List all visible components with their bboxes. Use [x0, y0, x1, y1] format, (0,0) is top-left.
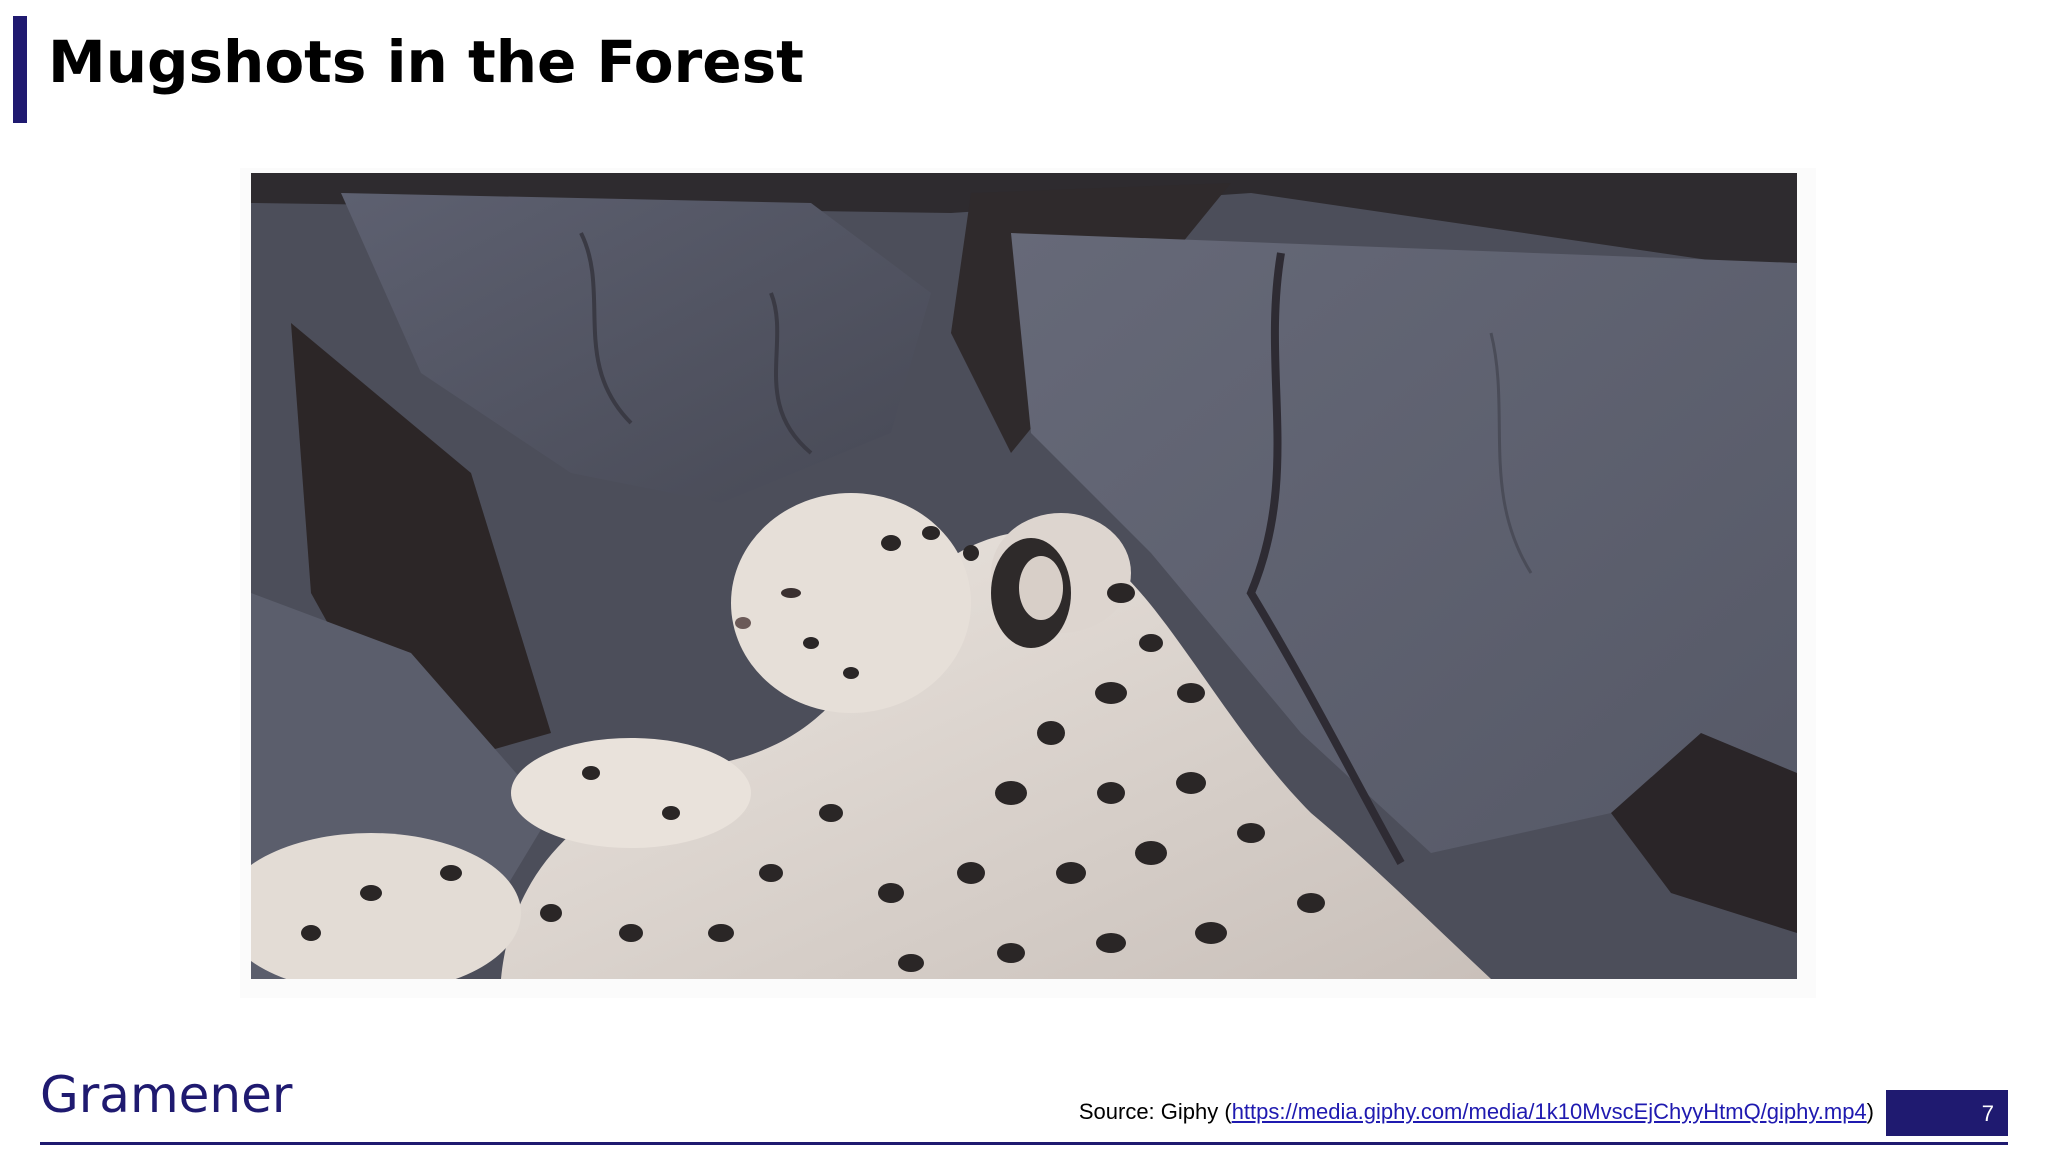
snow-leopard-illustration	[251, 173, 1797, 979]
slide-title: Mugshots in the Forest	[48, 28, 804, 96]
source-citation: Source: Giphy (https://media.giphy.com/m…	[1079, 1096, 1874, 1128]
gramener-logo: Gramener	[40, 1066, 293, 1124]
title-accent-bar	[13, 16, 27, 123]
slide: Mugshots in the Forest Gramener Source: …	[0, 0, 2048, 1152]
page-number: 7	[1981, 1101, 1994, 1126]
footer-divider	[40, 1142, 2008, 1145]
source-link[interactable]: https://media.giphy.com/media/1k10MvscEj…	[1232, 1099, 1867, 1124]
source-suffix: )	[1866, 1099, 1874, 1124]
source-prefix: Source: Giphy (	[1078, 1099, 1232, 1124]
snow-leopard-photo	[251, 173, 1797, 979]
page-number-badge: 7	[1886, 1090, 2008, 1136]
